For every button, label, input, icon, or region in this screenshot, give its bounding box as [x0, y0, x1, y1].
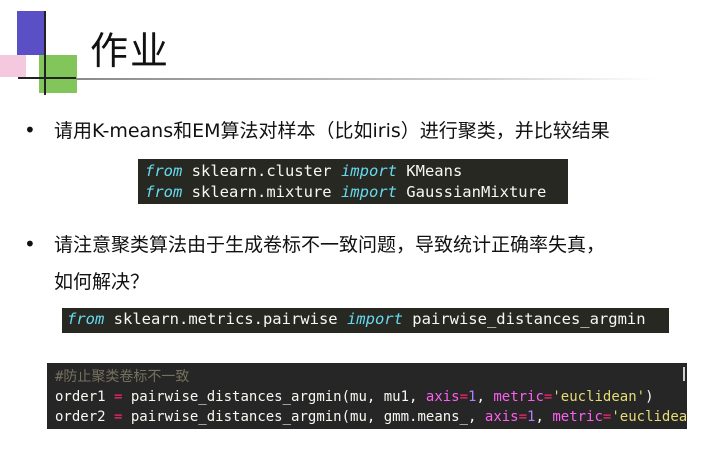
bullet-text-2-line1: 请注意聚类算法由于生成卷标不一致问题，导致统计正确率失真，: [54, 234, 606, 256]
code-block-label-alignment: #防止聚类卷标不一致 order1 = pairwise_distances_a…: [47, 363, 687, 429]
slide-title: 作业: [90, 29, 171, 73]
code-string: 'euclidean': [611, 409, 687, 425]
logo-pink-square: [0, 55, 26, 77]
code-module: sklearn.mixture: [182, 183, 341, 201]
code-operator: =: [459, 389, 469, 405]
code-string: 'euclidean': [552, 389, 646, 405]
bullet-text-2-line2: 如何解决？: [54, 271, 150, 293]
code-keyword: from: [145, 162, 183, 180]
code-sep: ,: [535, 409, 553, 425]
code-block-metrics-import: from sklearn.metrics.pairwise import pai…: [62, 308, 669, 333]
logo-horizontal-line: [18, 77, 76, 79]
code-call: pairwise_distances_argmin(mu, gmm.means_…: [122, 409, 485, 425]
code-keyword: import: [340, 162, 397, 180]
code-keyword: from: [145, 183, 183, 201]
code-kwarg: axis: [484, 409, 519, 425]
code-block-imports: from sklearn.cluster import KMeans from …: [138, 159, 568, 204]
code-comment: #防止聚类卷标不一致: [55, 369, 190, 385]
code-name: GaussianMixture: [396, 183, 547, 201]
code-keyword: from: [67, 310, 105, 328]
code-kwarg: metric: [552, 409, 603, 425]
code-var: order1: [55, 389, 115, 405]
title-divider: [76, 78, 656, 80]
code-module: sklearn.metrics.pairwise: [104, 310, 347, 328]
bullet-marker: •: [24, 232, 36, 256]
logo-vertical-line: [44, 11, 46, 95]
code-keyword: import: [340, 183, 397, 201]
bullet-text-1: 请用K-means和EM算法对样本（比如iris）进行聚类，并比较结果: [54, 120, 610, 142]
code-sep: ,: [476, 389, 494, 405]
scrollbar-cue: [673, 367, 685, 381]
code-var: order2: [55, 409, 115, 425]
code-kwarg: axis: [425, 389, 460, 405]
code-module: sklearn.cluster: [182, 162, 341, 180]
logo-purple-square: [17, 11, 44, 55]
code-name: pairwise_distances_argmin: [402, 310, 646, 328]
code-name: KMeans: [396, 162, 463, 180]
code-call: pairwise_distances_argmin(mu, mu1,: [122, 389, 426, 405]
code-paren: ): [645, 389, 654, 405]
bullet-marker: •: [24, 118, 36, 142]
code-kwarg: metric: [493, 389, 544, 405]
code-keyword: import: [346, 310, 403, 328]
code-operator: =: [518, 409, 528, 425]
